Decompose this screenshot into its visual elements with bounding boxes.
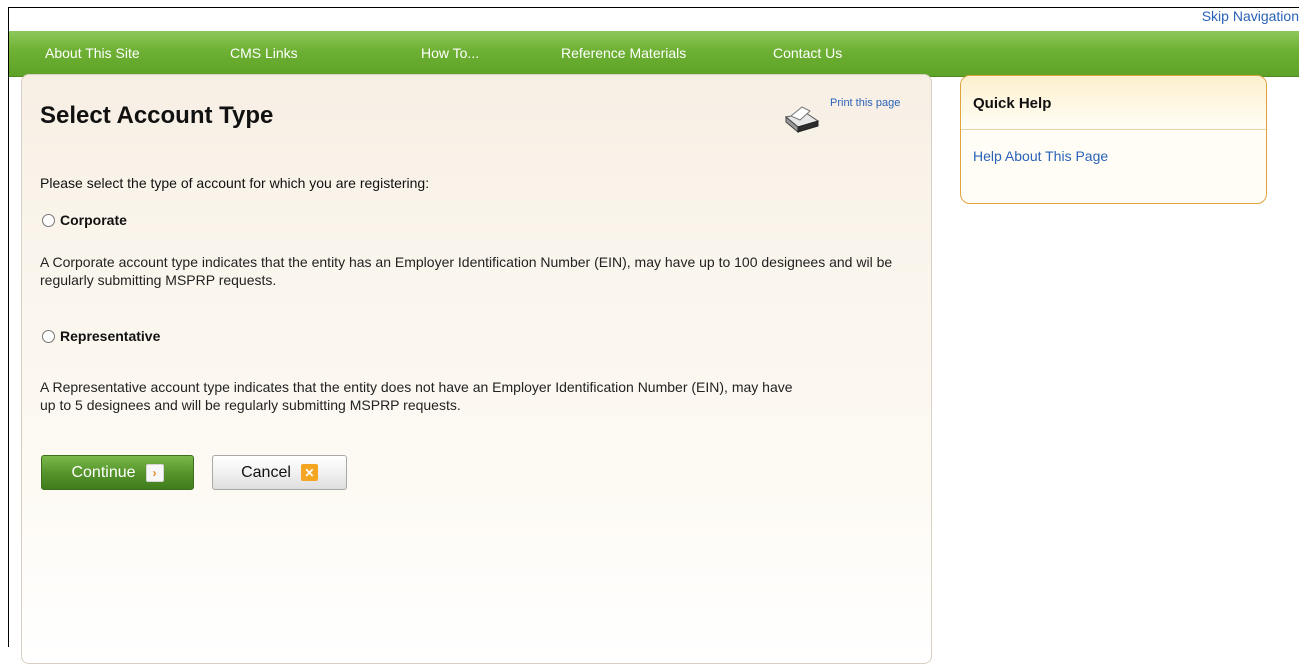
continue-button-label: Continue <box>71 463 136 481</box>
representative-radio[interactable] <box>42 329 55 343</box>
corporate-radio[interactable] <box>42 213 55 227</box>
printer-icon[interactable] <box>782 103 820 135</box>
cancel-button-label: Cancel <box>241 463 291 481</box>
main-content-panel: Select Account Type Print this page Plea… <box>21 74 932 664</box>
corporate-option[interactable]: Corporate <box>42 212 127 228</box>
print-page-link[interactable]: Print this page <box>830 97 900 109</box>
intro-text: Please select the type of account for wh… <box>40 175 430 191</box>
quick-help-panel: Quick Help Help About This Page <box>960 75 1267 204</box>
representative-description: A Representative account type indicates … <box>40 379 793 413</box>
page-frame: Skip Navigation About This Site CMS Link… <box>8 7 1299 664</box>
nav-item-contact-us[interactable]: Contact Us <box>773 45 842 61</box>
top-nav-bar: About This Site CMS Links How To... Refe… <box>9 31 1299 77</box>
page-title: Select Account Type <box>40 102 274 129</box>
skip-navigation-link[interactable]: Skip Navigation <box>1202 8 1299 24</box>
nav-item-cms-links[interactable]: CMS Links <box>230 45 298 61</box>
corporate-radio-label: Corporate <box>60 212 127 228</box>
representative-radio-label: Representative <box>60 328 161 344</box>
arrow-right-icon: › <box>145 463 164 482</box>
close-icon: ✕ <box>300 464 318 481</box>
help-about-page-link[interactable]: Help About This Page <box>973 148 1108 164</box>
cancel-button[interactable]: Cancel ✕ <box>212 455 347 490</box>
quick-help-title: Quick Help <box>961 76 1266 130</box>
corporate-description: A Corporate account type indicates that … <box>40 254 893 288</box>
continue-button[interactable]: Continue › <box>41 455 194 490</box>
representative-option[interactable]: Representative <box>42 328 160 344</box>
nav-item-about[interactable]: About This Site <box>45 45 140 61</box>
nav-item-reference-materials[interactable]: Reference Materials <box>561 45 686 61</box>
nav-item-how-to[interactable]: How To... <box>421 45 479 61</box>
